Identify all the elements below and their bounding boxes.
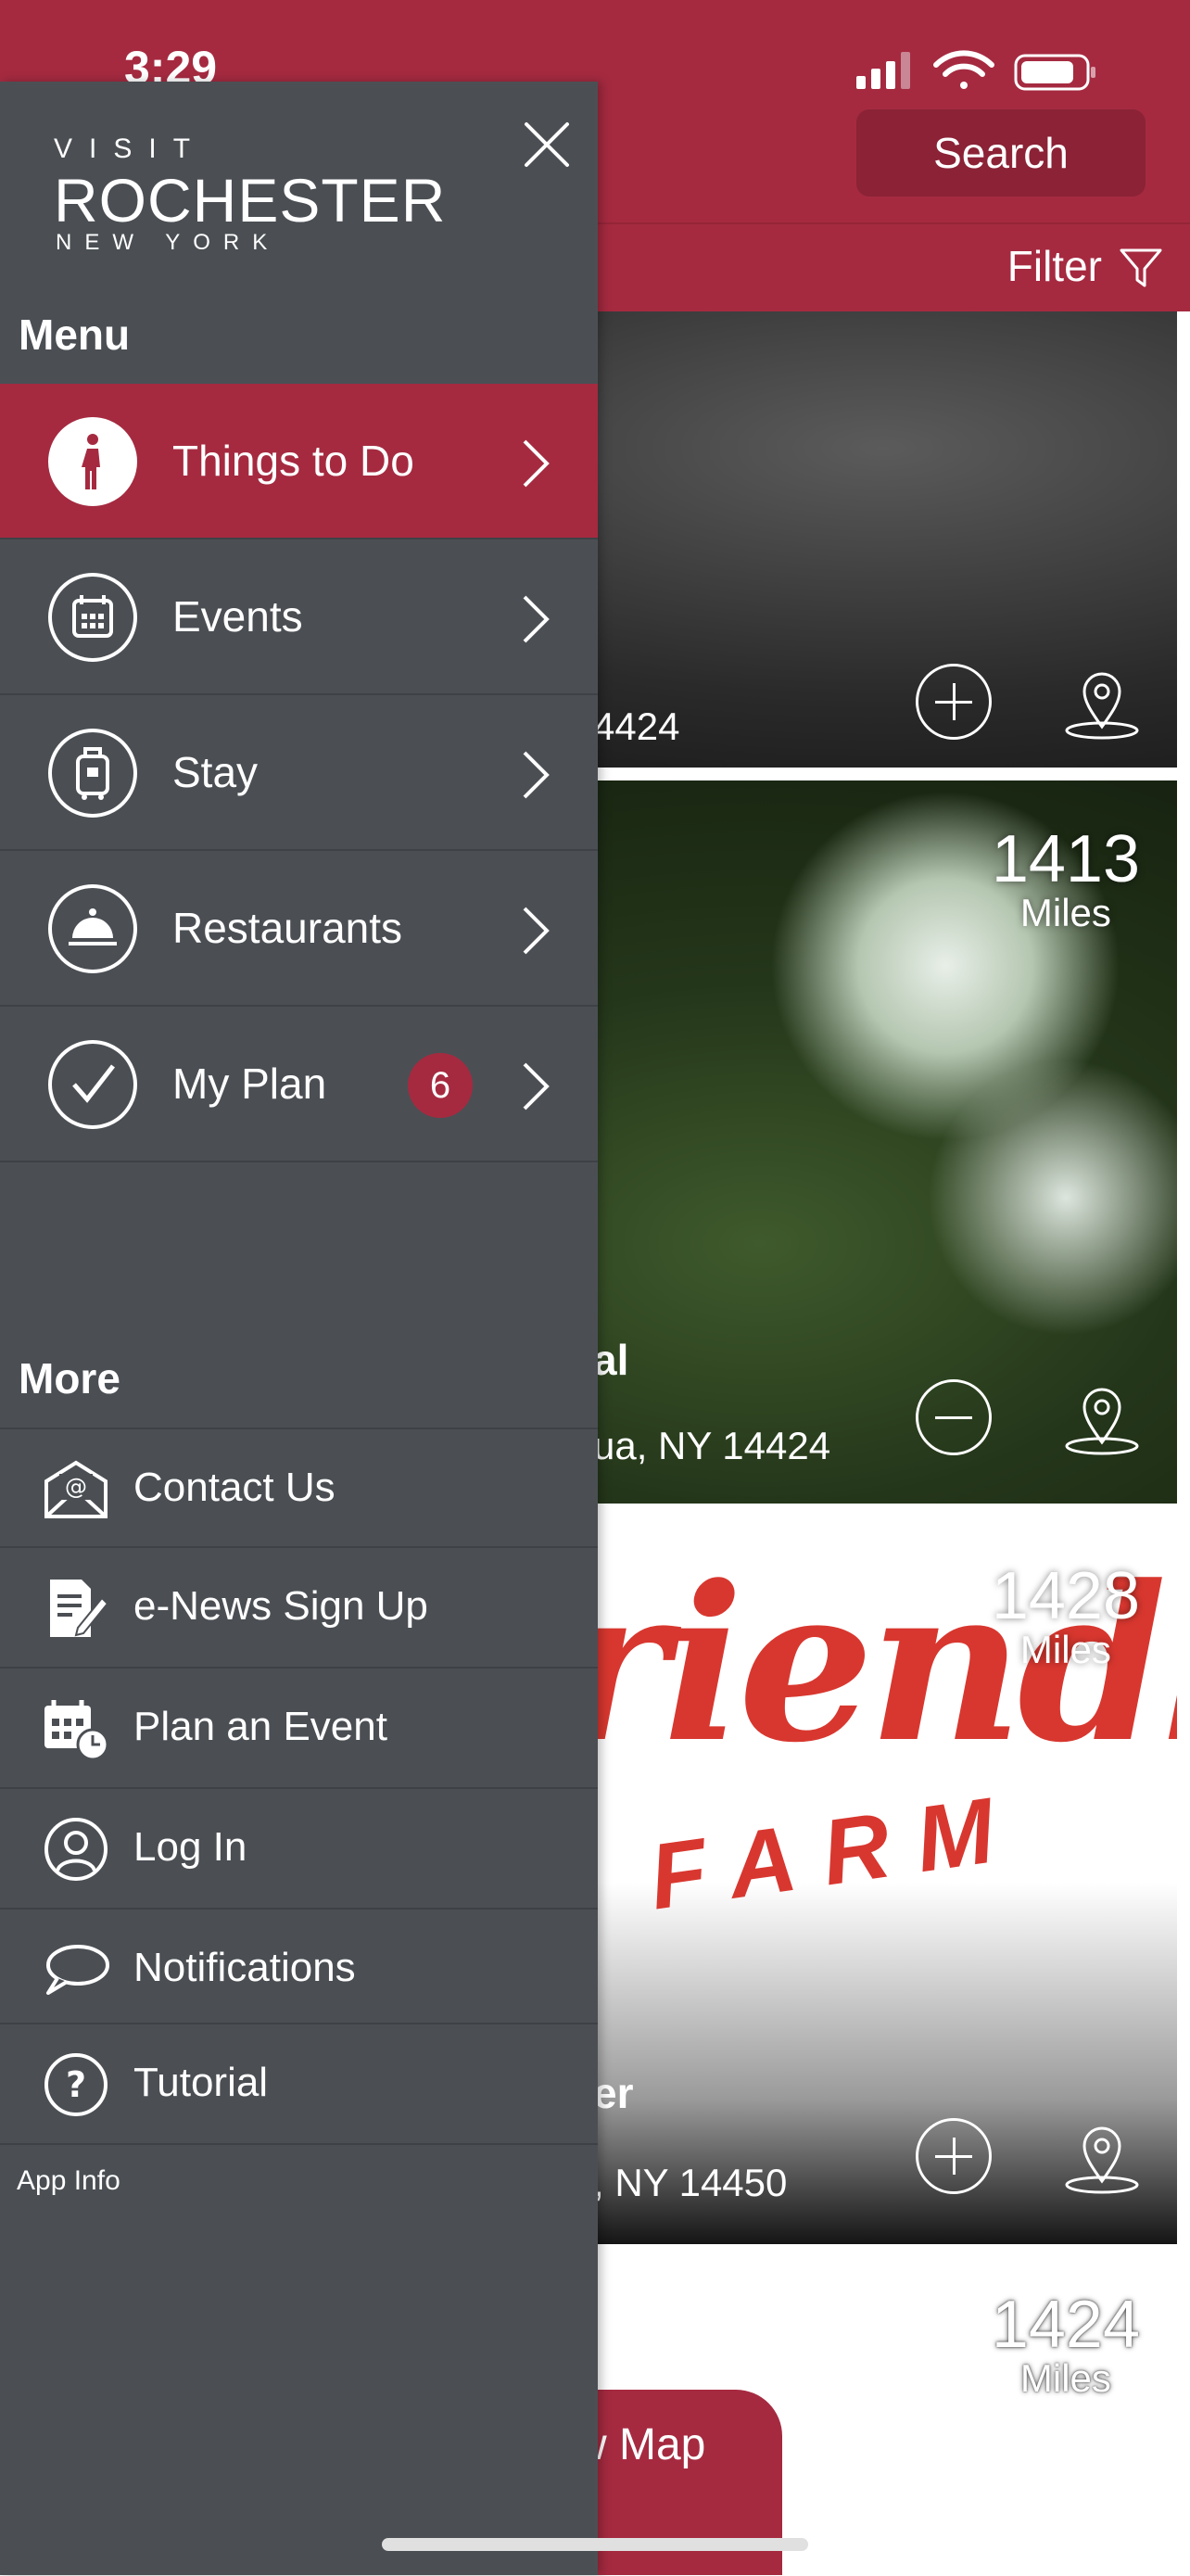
more-item-notifications[interactable]: Notifications <box>0 1910 598 2024</box>
remove-from-plan-button[interactable] <box>916 1379 992 1455</box>
card-image-logo-sub: FARM <box>643 1774 1029 1930</box>
chevron-right-icon <box>523 439 550 488</box>
card-address: ua, NY 14424 <box>593 1424 831 1467</box>
card-address: , NY 14450 <box>593 2161 788 2204</box>
map-pin-icon[interactable] <box>1062 662 1142 742</box>
calendar-clock-icon <box>44 1700 109 1761</box>
walking-person-icon <box>48 417 137 506</box>
card-title: er <box>593 2069 634 2117</box>
more-item-enews-sign-up[interactable]: e-News Sign Up <box>0 1548 598 1669</box>
user-icon <box>44 1818 108 1881</box>
email-icon: @ <box>44 1460 108 1518</box>
more-item-label: Notifications <box>133 1945 356 1990</box>
luggage-icon <box>48 729 137 818</box>
home-indicator[interactable] <box>382 2538 808 2551</box>
menu-item-label: Stay <box>172 748 259 796</box>
more-item-tutorial[interactable]: ? Tutorial <box>0 2024 598 2145</box>
help-icon: ? <box>44 2053 108 2116</box>
menu-item-events[interactable]: Events <box>0 539 598 695</box>
logo-visit: VISIT <box>54 133 208 164</box>
svg-text:@: @ <box>65 1474 87 1500</box>
chevron-right-icon <box>523 751 550 799</box>
distance-value: 1413 <box>991 822 1140 896</box>
more-item-label: e-News Sign Up <box>133 1583 428 1629</box>
app-info-link[interactable]: App Info <box>17 2165 120 2197</box>
navigation-drawer: VISIT ROCHESTER NEW YORK Menu Things to … <box>0 82 598 2575</box>
more-item-log-in[interactable]: Log In <box>0 1789 598 1910</box>
distance-badge: 1413 Miles <box>992 825 1140 933</box>
more-item-plan-an-event[interactable]: Plan an Event <box>0 1669 598 1789</box>
more-item-label: Plan an Event <box>133 1704 387 1749</box>
distance-badge: 1428 Miles <box>992 1562 1140 1669</box>
more-item-label: Tutorial <box>133 2060 269 2105</box>
map-pin-icon[interactable] <box>1062 1377 1142 1457</box>
add-to-plan-button[interactable] <box>916 2118 992 2194</box>
menu-item-label: My Plan <box>172 1060 327 1108</box>
filter-icon[interactable] <box>1118 245 1164 291</box>
svg-text:?: ? <box>66 2064 86 2105</box>
plan-count-badge: 6 <box>408 1053 473 1118</box>
cellular-signal-icon <box>856 52 910 89</box>
menu-item-stay[interactable]: Stay <box>0 695 598 851</box>
chat-bubble-icon <box>46 1945 109 1995</box>
checkmark-icon <box>48 1040 137 1129</box>
filter-button[interactable]: Filter <box>1007 241 1102 291</box>
chevron-right-icon <box>523 1062 550 1110</box>
menu-item-label: Things to Do <box>172 437 414 485</box>
battery-icon <box>1014 54 1095 91</box>
map-pin-icon[interactable] <box>1062 2116 1142 2196</box>
distance-value: 1428 <box>991 1559 1140 1633</box>
menu-item-my-plan[interactable]: My Plan 6 <box>0 1007 598 1162</box>
search-button[interactable]: Search <box>856 109 1146 197</box>
calendar-icon <box>48 573 137 662</box>
status-icons <box>856 50 1095 91</box>
logo-rochester: ROCHESTER <box>54 166 447 235</box>
chevron-right-icon <box>523 907 550 955</box>
menu-item-label: Events <box>172 592 303 641</box>
chevron-right-icon <box>523 595 550 643</box>
distance-value: 1424 <box>991 2288 1140 2362</box>
signup-form-icon <box>50 1580 109 1637</box>
more-item-label: Contact Us <box>133 1465 335 1510</box>
close-icon[interactable] <box>521 119 573 171</box>
distance-unit: Miles <box>1019 1628 1111 1671</box>
distance-unit: Miles <box>1019 891 1111 934</box>
more-item-contact-us[interactable]: @ Contact Us <box>0 1428 598 1548</box>
more-heading: More <box>19 1354 120 1402</box>
card-address: 4424 <box>593 704 680 748</box>
menu-item-restaurants[interactable]: Restaurants <box>0 851 598 1007</box>
wifi-icon <box>933 50 994 89</box>
add-to-plan-button[interactable] <box>916 664 992 740</box>
cloche-icon <box>48 884 137 973</box>
card-title: al <box>593 1336 629 1384</box>
menu-item-things-to-do[interactable]: Things to Do <box>0 384 598 539</box>
logo-new-york: NEW YORK <box>56 230 281 255</box>
menu-heading: Menu <box>19 311 131 359</box>
more-item-label: Log In <box>133 1824 247 1870</box>
menu-item-label: Restaurants <box>172 904 403 952</box>
distance-badge: 1424 Miles <box>992 2290 1140 2398</box>
distance-unit: Miles <box>1019 2356 1111 2400</box>
